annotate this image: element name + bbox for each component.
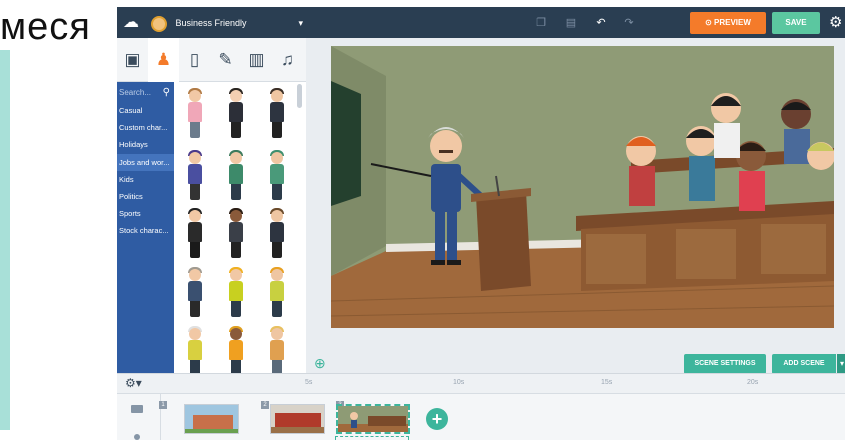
tab-image-icon[interactable]: ▣: [117, 38, 148, 82]
undo-icon[interactable]: ↶: [593, 15, 609, 31]
search-placeholder: Search...: [119, 88, 152, 97]
scene-canvas[interactable]: [331, 46, 834, 328]
scene-thumbnail-image: [338, 406, 408, 432]
timeline-gear-icon[interactable]: ⚙▾: [125, 376, 142, 390]
stage-area: ⊕ SCENE SETTINGS ADD SCENE ▾: [306, 38, 845, 380]
character-thumbnail[interactable]: [183, 88, 207, 140]
category-item[interactable]: Stock charac...: [117, 222, 174, 239]
scene-number-badge: 2: [261, 401, 269, 409]
scene-thumbnail-selected[interactable]: [336, 404, 410, 434]
settings-gear-icon[interactable]: ⚙: [829, 13, 842, 33]
character-thumbnail[interactable]: [183, 326, 207, 378]
tab-speech-bubble-icon[interactable]: ✎: [210, 38, 241, 82]
tick-label: 15s: [601, 379, 613, 386]
tab-music-icon[interactable]: ♫: [272, 38, 303, 82]
character-grid: [174, 82, 306, 380]
slide-fragment-text: меся: [0, 6, 91, 48]
page: меся ☁ Business Friendly ▾ ❐ ▤ ↶ ↷ ⊙ PRE…: [0, 0, 845, 440]
character-thumbnail[interactable]: [265, 267, 289, 319]
search-icon[interactable]: ⚲: [163, 84, 170, 102]
add-scene-button[interactable]: ADD SCENE: [772, 354, 836, 374]
character-thumbnail[interactable]: [224, 208, 248, 260]
tick-label: 20s: [747, 379, 759, 386]
animation-editor-window: ☁ Business Friendly ▾ ❐ ▤ ↶ ↷ ⊙ PREVIEW …: [117, 7, 845, 440]
category-item-selected[interactable]: Jobs and wor...: [117, 153, 174, 171]
character-thumbnail[interactable]: [224, 88, 248, 140]
paste-icon[interactable]: ▤: [563, 15, 579, 31]
slide-accent-bar: [0, 50, 10, 430]
copy-icon[interactable]: ❐: [533, 15, 549, 31]
theme-selector[interactable]: Business Friendly ▾: [151, 12, 303, 34]
character-thumbnail[interactable]: [224, 150, 248, 202]
scene-settings-button[interactable]: SCENE SETTINGS: [684, 354, 766, 374]
top-toolbar: ☁ Business Friendly ▾ ❐ ▤ ↶ ↷ ⊙ PREVIEW …: [117, 7, 845, 38]
character-thumbnail[interactable]: [265, 326, 289, 378]
character-thumbnail[interactable]: [224, 267, 248, 319]
timeline-ruler: ⚙▾ 5s 10s 15s 20s: [117, 374, 845, 394]
redo-icon[interactable]: ↷: [621, 15, 637, 31]
chevron-down-icon: ▾: [298, 18, 303, 28]
save-button[interactable]: SAVE: [772, 12, 820, 34]
tab-character-icon[interactable]: ♟: [148, 38, 179, 82]
category-item[interactable]: Politics: [117, 188, 174, 205]
library-scrollbar[interactable]: [297, 84, 302, 108]
timeline: ⚙▾ 5s 10s 15s 20s 1 2 3 +: [117, 373, 845, 440]
play-icon: ⊙: [705, 18, 715, 27]
character-thumbnail[interactable]: [265, 150, 289, 202]
library-tabs: ▣ ♟ ▯ ✎ ▥ ♫: [117, 38, 306, 82]
character-thumbnail[interactable]: [183, 208, 207, 260]
audio-clip[interactable]: [335, 436, 409, 440]
character-thumbnail[interactable]: [224, 326, 248, 378]
category-item[interactable]: Casual: [117, 102, 174, 119]
preview-label: PREVIEW: [714, 18, 751, 27]
tick-label: 5s: [305, 379, 313, 386]
tab-device-icon[interactable]: ▯: [179, 38, 210, 82]
add-scene-plus-icon[interactable]: +: [426, 408, 448, 430]
scene-thumbnail[interactable]: [184, 404, 239, 434]
track-header: [117, 394, 161, 440]
category-item[interactable]: Custom char...: [117, 119, 174, 136]
category-list: Search... ⚲ Casual Custom char... Holida…: [117, 82, 174, 380]
character-thumbnail[interactable]: [265, 88, 289, 140]
tab-chart-icon[interactable]: ▥: [241, 38, 272, 82]
category-search-input[interactable]: Search... ⚲: [117, 84, 174, 102]
character-thumbnail[interactable]: [183, 150, 207, 202]
scene-number-badge: 1: [159, 401, 167, 409]
character-thumbnail[interactable]: [183, 267, 207, 319]
theme-label: Business Friendly: [175, 18, 247, 28]
scene-track-icon: [131, 405, 143, 413]
audio-track-icon: [134, 434, 140, 440]
slide-blank-area: [10, 50, 117, 430]
category-item[interactable]: Kids: [117, 171, 174, 188]
category-item[interactable]: Sports: [117, 205, 174, 222]
classroom-scene: [331, 46, 834, 328]
scene-thumbnail[interactable]: [270, 404, 325, 434]
category-item[interactable]: Holidays: [117, 136, 174, 153]
preview-button[interactable]: ⊙ PREVIEW: [690, 12, 766, 34]
scene-thumbnail-image: [271, 405, 324, 433]
add-scene-dropdown-chevron-icon[interactable]: ▾: [837, 354, 845, 374]
zoom-icon[interactable]: ⊕: [314, 355, 326, 372]
theme-avatar-icon: [151, 15, 167, 32]
tick-label: 10s: [453, 379, 465, 386]
cloud-logo-icon[interactable]: ☁: [120, 12, 142, 34]
scene-thumbnail-image: [185, 405, 238, 433]
character-thumbnail[interactable]: [265, 208, 289, 260]
